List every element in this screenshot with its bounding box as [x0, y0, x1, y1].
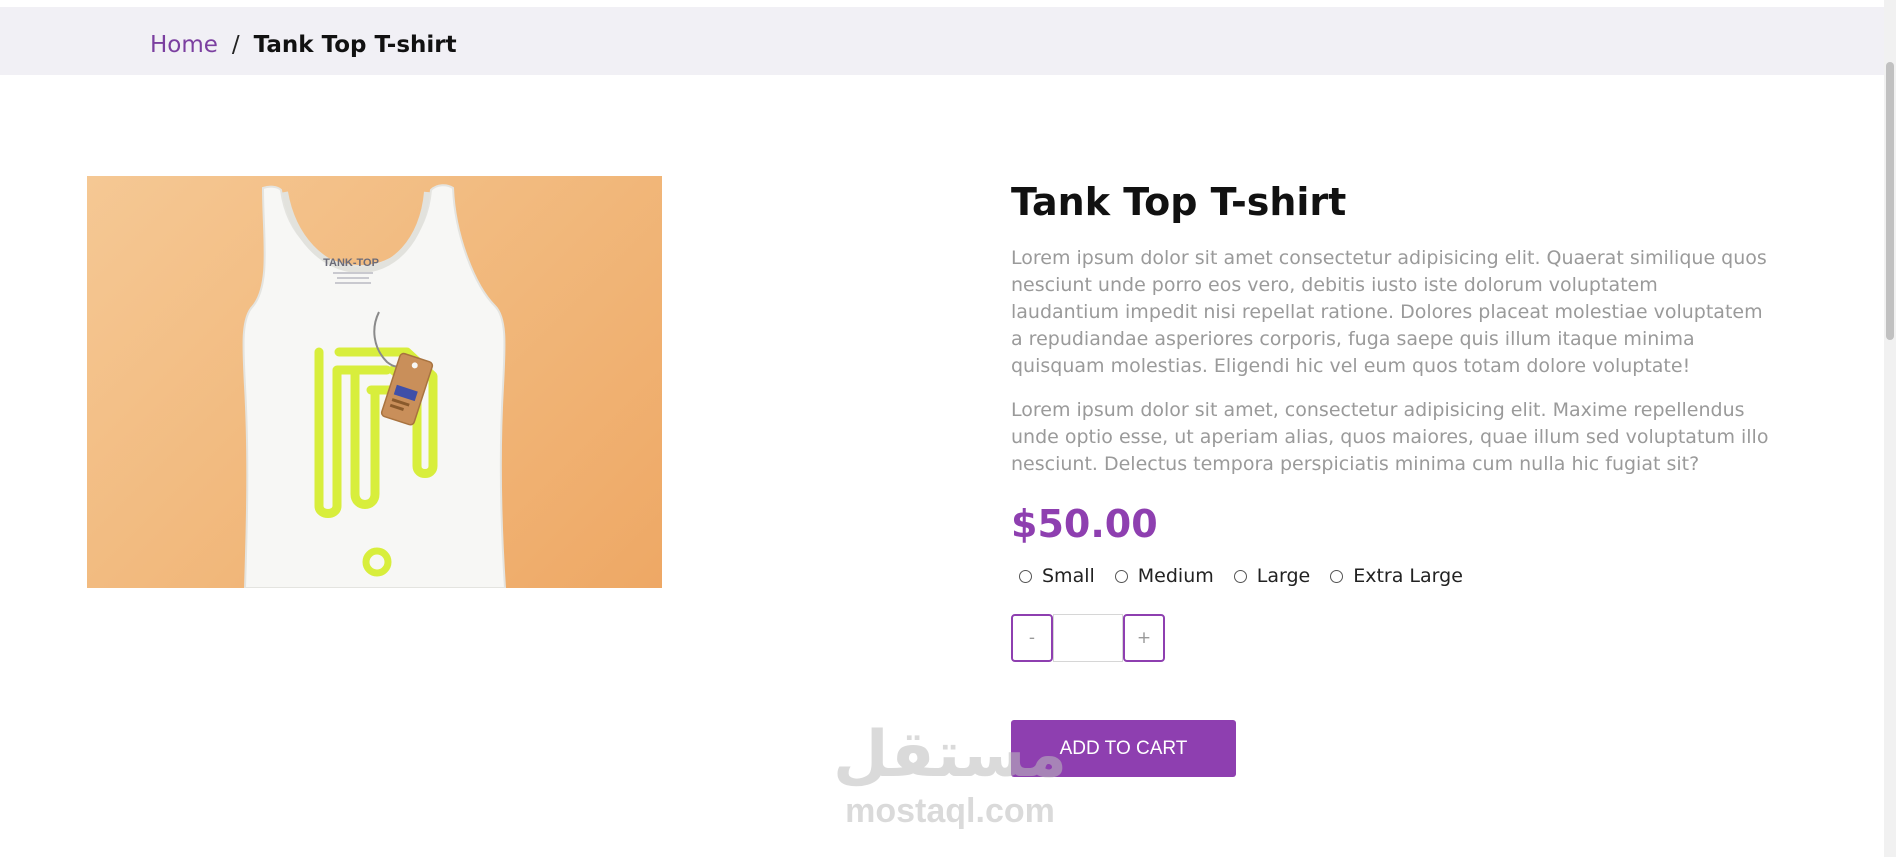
size-small-radio[interactable] [1019, 569, 1032, 583]
size-extra-large-radio[interactable] [1330, 569, 1344, 583]
size-large-radio[interactable] [1233, 569, 1247, 583]
size-option-large[interactable]: Large [1226, 565, 1310, 587]
breadcrumb: Home / Tank Top T-shirt [150, 31, 457, 59]
product-price: $50.00 [1011, 502, 1158, 546]
quantity-input[interactable] [1053, 614, 1123, 662]
add-to-cart-button[interactable]: ADD TO CART [1011, 720, 1236, 777]
size-extra-large-label: Extra Large [1353, 565, 1463, 587]
quantity-decrease-button[interactable]: - [1011, 614, 1053, 662]
breadcrumb-bar: Home / Tank Top T-shirt [0, 7, 1892, 75]
product-title: Tank Top T-shirt [1011, 180, 1347, 224]
size-option-medium[interactable]: Medium [1107, 565, 1214, 587]
scrollbar-track[interactable] [1884, 0, 1896, 857]
product-image: TANK-TOP [87, 176, 662, 588]
product-description-2: Lorem ipsum dolor sit amet, consectetur … [1011, 399, 1769, 475]
breadcrumb-current: Tank Top T-shirt [253, 32, 457, 58]
quantity-stepper: - + [1011, 614, 1771, 663]
breadcrumb-separator: / [231, 32, 240, 58]
top-strip [0, 0, 1896, 7]
breadcrumb-home-link[interactable]: Home [150, 32, 218, 58]
size-option-extra-large[interactable]: Extra Large [1322, 565, 1463, 587]
quantity-increase-button[interactable]: + [1123, 614, 1165, 662]
neck-label-text: TANK-TOP [323, 257, 379, 269]
tank-top-illustration: TANK-TOP [242, 184, 507, 588]
product-details: Tank Top T-shirt Lorem ipsum dolor sit a… [1011, 176, 1771, 777]
watermark-latin-text: mostaql.com [845, 792, 1055, 830]
size-options: Small Medium Large Extra Large [1011, 561, 1771, 591]
size-medium-radio[interactable] [1114, 569, 1128, 583]
product-page: Home / Tank Top T-shirt TANK-TOP Tank To… [0, 0, 1896, 857]
scrollbar-thumb[interactable] [1886, 62, 1894, 340]
size-small-label: Small [1042, 565, 1095, 587]
size-option-small[interactable]: Small [1011, 565, 1095, 587]
product-description-1: Lorem ipsum dolor sit amet consectetur a… [1011, 247, 1767, 377]
size-large-label: Large [1256, 565, 1311, 587]
size-medium-label: Medium [1137, 565, 1214, 587]
